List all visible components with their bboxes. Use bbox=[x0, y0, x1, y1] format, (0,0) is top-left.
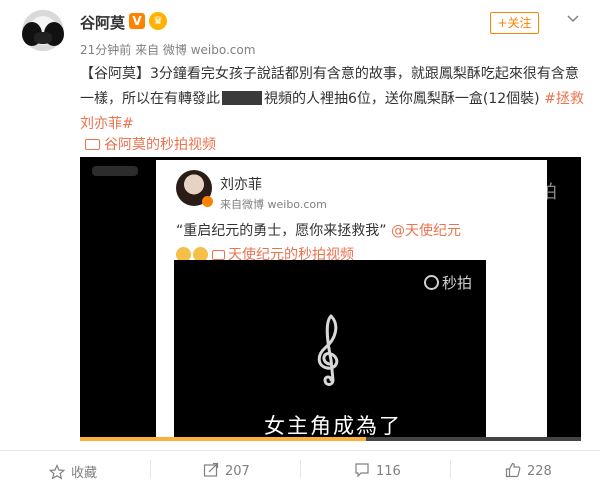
follow-button[interactable]: +关注 bbox=[490, 12, 539, 34]
divider bbox=[150, 460, 151, 478]
post-text: 【谷阿莫】3分鐘看完女孩子說話都別有含意的故事，就跟鳳梨酥吃起來很有含意一樣，所… bbox=[80, 62, 585, 137]
like-button[interactable]: 228 bbox=[505, 462, 552, 479]
comment-icon bbox=[355, 463, 369, 478]
author-avatar[interactable] bbox=[18, 8, 68, 58]
comment-count: 116 bbox=[376, 464, 401, 479]
post-text-suffix: 視頻的人裡抽6位，送你鳳梨酥一盒(12個裝) bbox=[264, 91, 545, 107]
repost-video-frame[interactable]: 秒拍 女主角成為了 bbox=[174, 260, 486, 438]
treble-clef-icon bbox=[317, 314, 339, 386]
video-subtitle: 女主角成為了 bbox=[264, 414, 402, 438]
repost-quote: “重启纪元的勇士，愿你来拯救我” bbox=[176, 223, 391, 239]
video-icon bbox=[85, 139, 100, 150]
favorite-label: 收藏 bbox=[71, 466, 98, 481]
video-progress-fill bbox=[80, 437, 366, 441]
repost-text: “重启纪元的勇士，愿你来拯救我” @天使纪元 bbox=[176, 220, 461, 240]
mention-link[interactable]: @天使纪元 bbox=[391, 223, 461, 239]
reposted-card: 刘亦菲 来自微博 weibo.com “重启纪元的勇士，愿你来拯救我” @天使纪… bbox=[156, 160, 547, 438]
video-link-label: 谷阿莫的秒拍视频 bbox=[104, 137, 216, 153]
verified-v-icon: V bbox=[129, 13, 145, 29]
member-crown-icon: ♛ bbox=[149, 12, 167, 30]
repost-author-name[interactable]: 刘亦菲 bbox=[220, 174, 262, 194]
star-icon bbox=[48, 464, 66, 480]
divider bbox=[300, 460, 301, 478]
blurred-overlay bbox=[92, 166, 138, 176]
like-count: 228 bbox=[527, 464, 552, 479]
redacted-block bbox=[222, 91, 262, 105]
author-name[interactable]: 谷阿莫 bbox=[80, 12, 125, 33]
divider bbox=[450, 460, 451, 478]
miaopai-ring-icon bbox=[424, 275, 439, 290]
repost-button[interactable]: 207 bbox=[203, 462, 250, 479]
repost-count: 207 bbox=[225, 464, 250, 479]
video-icon bbox=[212, 250, 225, 260]
divider bbox=[0, 450, 600, 451]
share-icon bbox=[203, 462, 219, 477]
video-link[interactable]: 谷阿莫的秒拍视频 bbox=[85, 134, 216, 154]
favorite-button[interactable]: 收藏 bbox=[48, 462, 98, 481]
repost-meta: 来自微博 weibo.com bbox=[220, 198, 327, 211]
verified-icon bbox=[202, 196, 213, 207]
chevron-down-icon[interactable] bbox=[566, 12, 580, 26]
thumbs-up-icon bbox=[505, 462, 521, 478]
miaopai-logo-text: 秒拍 bbox=[442, 274, 473, 292]
post-meta: 21分钟前 来自 微博 weibo.com bbox=[80, 43, 256, 57]
video-progress-bar[interactable] bbox=[80, 437, 581, 441]
comment-button[interactable]: 116 bbox=[354, 462, 401, 479]
miaopai-logo: 秒拍 bbox=[424, 272, 472, 293]
avatar-art bbox=[34, 32, 52, 44]
